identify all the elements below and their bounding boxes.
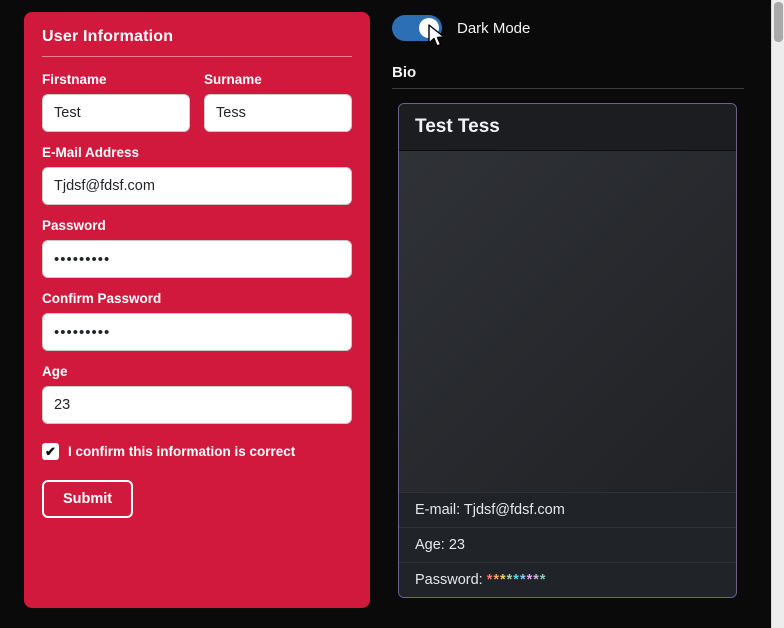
bio-card-title: Test Tess bbox=[399, 104, 736, 151]
password-input[interactable] bbox=[42, 240, 352, 278]
bio-heading: Bio bbox=[392, 64, 416, 81]
email-label: E-Mail Address bbox=[42, 145, 352, 160]
bio-age-line: Age: 23 bbox=[399, 527, 736, 562]
right-column: Dark Mode Bio Test Tess E-mail: Tjdsf@fd… bbox=[392, 0, 744, 628]
bio-password-prefix: Password: bbox=[415, 572, 487, 588]
user-information-card: User Information Firstname Surname E-Mai… bbox=[24, 12, 370, 608]
confirm-checkbox[interactable]: ✔ bbox=[42, 443, 59, 460]
surname-label: Surname bbox=[204, 72, 352, 87]
firstname-group: Firstname bbox=[42, 59, 190, 132]
scrollbar-track[interactable] bbox=[771, 0, 784, 628]
scrollbar-thumb[interactable] bbox=[774, 2, 783, 42]
confirm-checkbox-label: I confirm this information is correct bbox=[68, 444, 295, 459]
bio-card: Test Tess E-mail: Tjdsf@fdsf.com Age: 23… bbox=[398, 103, 737, 598]
bio-password-line: Password: ********* bbox=[399, 562, 736, 597]
title-divider bbox=[42, 56, 352, 57]
surname-input[interactable] bbox=[204, 94, 352, 132]
bio-divider bbox=[392, 88, 744, 89]
surname-group: Surname bbox=[204, 59, 352, 132]
confirm-password-label: Confirm Password bbox=[42, 291, 352, 306]
dark-mode-toggle[interactable] bbox=[392, 15, 442, 41]
toggle-knob-icon bbox=[419, 18, 439, 38]
firstname-input[interactable] bbox=[42, 94, 190, 132]
bio-password-masked: ********* bbox=[487, 572, 547, 588]
age-label: Age bbox=[42, 364, 352, 379]
age-input[interactable] bbox=[42, 386, 352, 424]
check-icon: ✔ bbox=[45, 444, 56, 460]
firstname-label: Firstname bbox=[42, 72, 190, 87]
bio-card-body bbox=[399, 151, 736, 492]
confirm-row: ✔ I confirm this information is correct bbox=[42, 443, 352, 460]
submit-button[interactable]: Submit bbox=[42, 480, 133, 518]
dark-mode-row: Dark Mode bbox=[392, 15, 530, 41]
dark-mode-label: Dark Mode bbox=[457, 20, 530, 37]
form-title: User Information bbox=[42, 28, 352, 46]
bio-email-line: E-mail: Tjdsf@fdsf.com bbox=[399, 492, 736, 527]
confirm-password-input[interactable] bbox=[42, 313, 352, 351]
password-label: Password bbox=[42, 218, 352, 233]
email-input[interactable] bbox=[42, 167, 352, 205]
